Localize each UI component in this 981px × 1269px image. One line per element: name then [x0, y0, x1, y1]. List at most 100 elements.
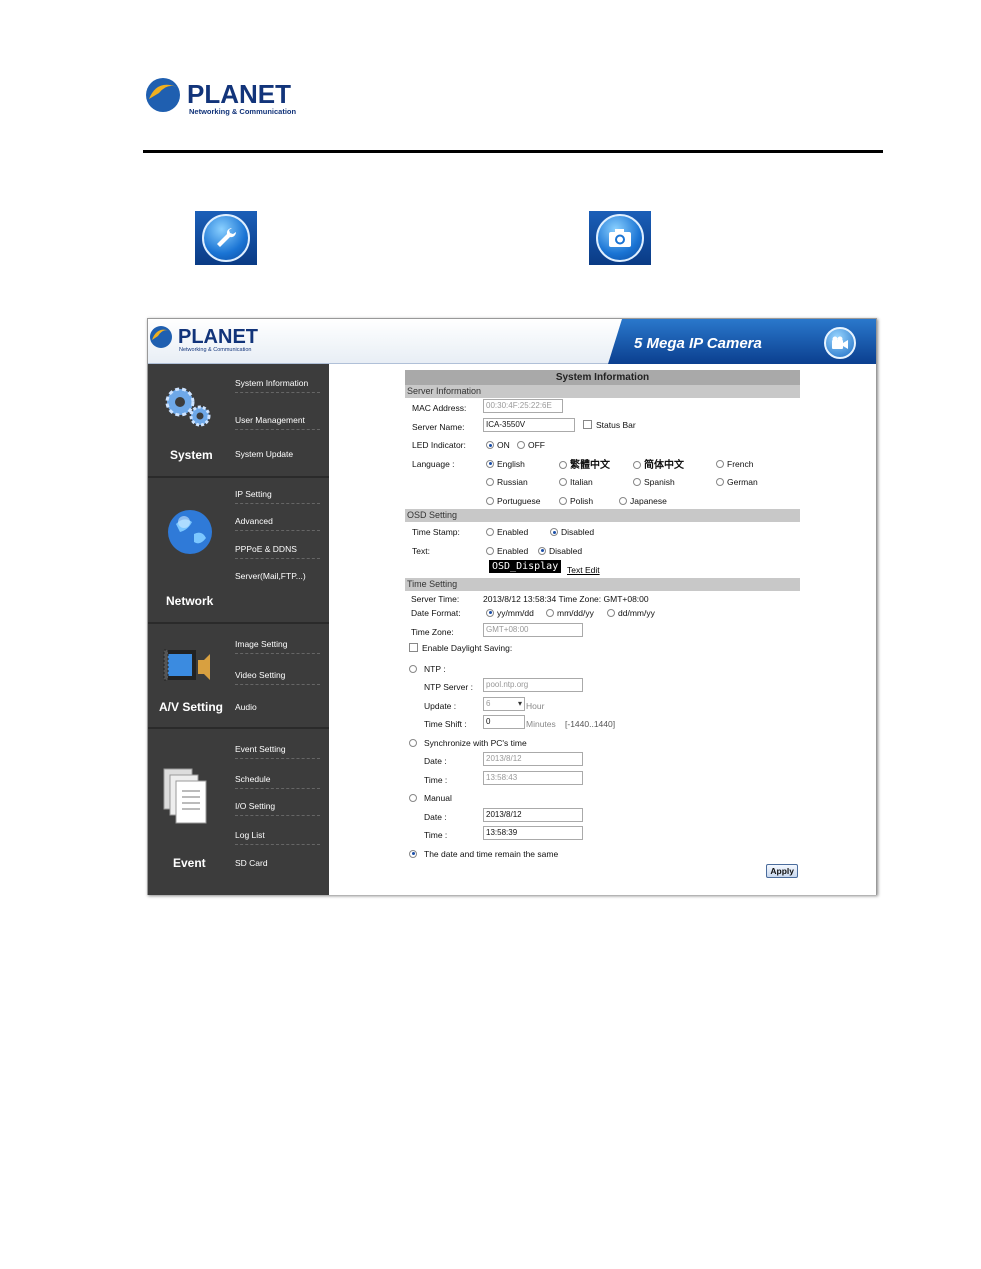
- nav-io-setting[interactable]: I/O Setting: [235, 801, 320, 816]
- lang-french-radio[interactable]: French: [716, 459, 753, 469]
- lang-spanish-radio[interactable]: Spanish: [633, 477, 675, 487]
- osd-text-enabled-radio[interactable]: Enabled: [486, 546, 528, 556]
- sync-time-field: 13:58:43: [483, 770, 583, 785]
- date-format-label: Date Format:: [411, 607, 461, 618]
- banner-logo: PLANET Networking & Communication: [150, 326, 258, 353]
- nav-event-setting[interactable]: Event Setting: [235, 744, 320, 759]
- sidebar-group-event: Event Event Setting Schedule I/O Setting…: [148, 729, 329, 895]
- globe-icon: [168, 510, 212, 554]
- documents-icon: [163, 768, 207, 824]
- planet-logo: PLANET Networking & Communication: [143, 75, 303, 119]
- nav-schedule[interactable]: Schedule: [235, 774, 320, 789]
- nav-server-mail-ftp[interactable]: Server(Mail,FTP...): [235, 571, 320, 585]
- update-label: Update :: [424, 700, 457, 711]
- ntp-server-input[interactable]: pool.ntp.org: [483, 678, 583, 692]
- svg-text:Networking & Communication: Networking & Communication: [179, 347, 251, 353]
- update-unit: Hour: [526, 700, 545, 711]
- nav-video-setting[interactable]: Video Setting: [235, 670, 320, 685]
- page-title: System Information: [405, 370, 800, 385]
- led-off-radio[interactable]: OFF: [517, 440, 545, 450]
- sidebar-label-system: System: [170, 448, 213, 462]
- product-title: 5 Mega IP Camera: [634, 335, 762, 352]
- section-osd-setting: OSD Setting: [405, 509, 800, 522]
- nav-log-list[interactable]: Log List: [235, 830, 320, 845]
- header-rule: [143, 150, 883, 153]
- time-shift-label: Time Shift :: [424, 719, 467, 729]
- manual-time-input[interactable]: 13:58:39: [483, 826, 583, 840]
- lang-japanese-radio[interactable]: Japanese: [619, 496, 667, 506]
- nav-system-update[interactable]: System Update: [235, 449, 320, 463]
- led-label: LED Indicator:: [412, 440, 466, 450]
- section-server-information: Server Information: [405, 385, 800, 398]
- language-label: Language :: [412, 458, 455, 469]
- nav-sd-card[interactable]: SD Card: [235, 858, 320, 872]
- sidebar-group-network: Network IP Setting Advanced PPPoE & DDNS…: [148, 478, 329, 624]
- time-shift-input[interactable]: 0: [483, 715, 525, 729]
- camera-icon: [589, 211, 651, 265]
- osd-text-label: Text:: [412, 545, 430, 556]
- nav-pppoe-ddns[interactable]: PPPoE & DDNS: [235, 544, 320, 559]
- manual-date-label: Date :: [424, 811, 447, 822]
- nav-system-information[interactable]: System Information: [235, 378, 320, 393]
- osd-text-disabled-radio[interactable]: Disabled: [538, 546, 582, 556]
- nav-image-setting[interactable]: Image Setting: [235, 639, 320, 654]
- format-ddmmyy-radio[interactable]: dd/mm/yy: [607, 608, 655, 618]
- lang-simplified-chinese-radio[interactable]: 简体中文: [633, 456, 684, 471]
- time-shift-unit: Minutes: [526, 719, 556, 729]
- camera-web-ui: PLANET Networking & Communication 5 Mega…: [147, 318, 877, 895]
- time-stamp-enabled-radio[interactable]: Enabled: [486, 527, 528, 537]
- keep-same-radio[interactable]: The date and time remain the same: [409, 849, 558, 859]
- time-shift-range: [-1440..1440]: [565, 719, 616, 729]
- apply-button[interactable]: Apply: [766, 864, 798, 878]
- server-time-label: Server Time:: [411, 593, 460, 604]
- lang-traditional-chinese-radio[interactable]: 繁體中文: [559, 456, 610, 471]
- time-zone-label: Time Zone:: [411, 626, 454, 637]
- led-on-radio[interactable]: ON: [486, 440, 510, 450]
- lang-russian-radio[interactable]: Russian: [486, 477, 528, 487]
- video-camera-icon[interactable]: [824, 327, 856, 359]
- main-content: System Information Server Information MA…: [329, 364, 876, 895]
- sidebar-group-system: System System Information User Managemen…: [148, 364, 329, 478]
- sync-time-label: Time :: [424, 774, 448, 785]
- nav-advanced[interactable]: Advanced: [235, 516, 320, 531]
- time-stamp-disabled-radio[interactable]: Disabled: [550, 527, 594, 537]
- format-yymmdd-radio[interactable]: yy/mm/dd: [486, 608, 534, 618]
- daylight-saving-checkbox[interactable]: Enable Daylight Saving:: [409, 643, 512, 653]
- sidebar-group-av: A/V Setting Image Setting Video Setting …: [148, 624, 329, 729]
- gears-icon: [165, 387, 211, 427]
- nav-ip-setting[interactable]: IP Setting: [235, 489, 320, 504]
- lang-german-radio[interactable]: German: [716, 477, 758, 487]
- status-bar-checkbox[interactable]: Status Bar: [583, 419, 636, 430]
- manual-date-input[interactable]: 2013/8/12: [483, 807, 583, 822]
- manual-radio[interactable]: Manual: [409, 793, 452, 803]
- sync-date-field: 2013/8/12: [483, 752, 583, 766]
- logo-tagline: Networking & Communication: [189, 107, 297, 116]
- lang-italian-radio[interactable]: Italian: [559, 477, 593, 487]
- sync-pc-radio[interactable]: Synchronize with PC's time: [409, 738, 527, 748]
- ntp-radio[interactable]: NTP :: [409, 664, 446, 674]
- server-time-value: 2013/8/12 13:58:34 Time Zone: GMT+08:00: [483, 593, 649, 604]
- nav-user-management[interactable]: User Management: [235, 415, 320, 430]
- mac-label: MAC Address:: [412, 403, 467, 413]
- section-time-setting: Time Setting: [405, 577, 800, 591]
- lang-portuguese-radio[interactable]: Portuguese: [486, 496, 540, 506]
- update-select[interactable]: 6 ▾: [483, 696, 525, 711]
- wrench-icon: [195, 211, 257, 265]
- svg-text:PLANET: PLANET: [178, 326, 258, 348]
- banner: PLANET Networking & Communication 5 Mega…: [148, 319, 876, 364]
- chevron-down-icon: ▾: [517, 698, 522, 708]
- ntp-server-label: NTP Server :: [424, 682, 473, 692]
- server-name-label: Server Name:: [412, 421, 465, 432]
- text-edit-link[interactable]: Text Edit: [567, 565, 600, 575]
- time-zone-field[interactable]: GMT+08:00: [483, 622, 583, 637]
- mac-address-field: 00:30:4F:25:22:6E: [483, 399, 563, 413]
- format-mmddyy-radio[interactable]: mm/dd/yy: [546, 608, 594, 618]
- lang-polish-radio[interactable]: Polish: [559, 496, 593, 506]
- sidebar-label-av: A/V Setting: [159, 700, 224, 714]
- server-name-input[interactable]: ICA-3550V: [483, 417, 575, 432]
- sidebar: System System Information User Managemen…: [148, 364, 329, 895]
- nav-audio[interactable]: Audio: [235, 702, 320, 716]
- sidebar-label-network: Network: [166, 594, 214, 608]
- lang-english-radio[interactable]: English: [486, 459, 525, 469]
- manual-time-label: Time :: [424, 830, 448, 840]
